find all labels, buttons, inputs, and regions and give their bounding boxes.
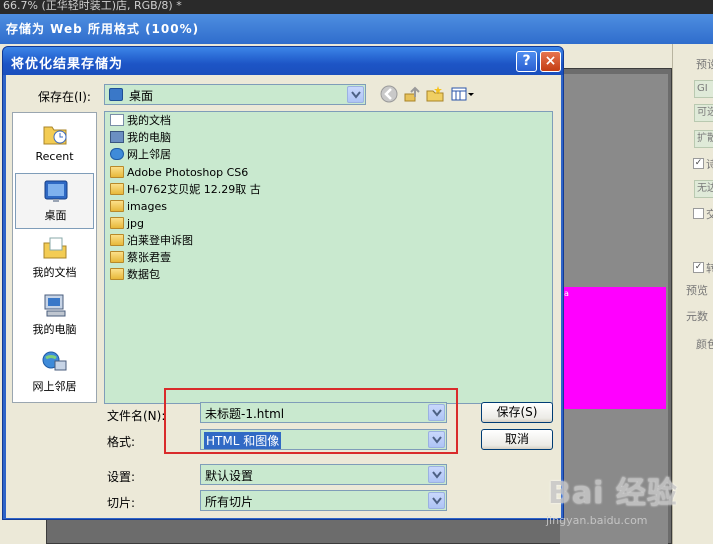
desktop-icon bbox=[43, 178, 69, 204]
place-label: 桌面 bbox=[44, 209, 67, 222]
up-folder-icon[interactable] bbox=[403, 85, 421, 103]
convert-srgb-label: 转 bbox=[706, 262, 713, 275]
format-select[interactable]: GI bbox=[694, 80, 713, 98]
folder-icon bbox=[110, 234, 124, 246]
place-label: 我的电脑 bbox=[32, 323, 77, 336]
metadata-label: 元数 bbox=[686, 310, 708, 323]
save-button[interactable]: 保存(S) bbox=[481, 402, 553, 423]
save-in-label: 保存在(I): bbox=[38, 90, 91, 104]
file-name: H-0762艾贝妮 12.29取 古 bbox=[127, 183, 261, 196]
place-label: 网上邻居 bbox=[32, 380, 77, 393]
file-name: 数据包 bbox=[127, 268, 160, 281]
place-label: 我的文档 bbox=[32, 266, 77, 279]
chevron-down-icon[interactable] bbox=[428, 466, 445, 483]
filename-label: 文件名(N): bbox=[107, 409, 166, 423]
list-item[interactable]: 泊莱登申诉图 bbox=[110, 233, 193, 249]
interlaced-checkbox[interactable] bbox=[693, 208, 704, 219]
back-icon[interactable] bbox=[380, 85, 398, 103]
file-name: 我的电脑 bbox=[127, 131, 171, 144]
baidu-watermark: Bai 经验 bbox=[548, 476, 678, 511]
dialog-title: 将优化结果存储为 bbox=[11, 57, 124, 72]
list-item[interactable]: 网上邻居 bbox=[110, 147, 171, 163]
place-my-documents[interactable]: 我的文档 bbox=[15, 231, 94, 287]
file-name: 蔡张君壹 bbox=[127, 251, 171, 264]
dither-select[interactable]: 扩散 bbox=[694, 130, 713, 148]
file-name: 泊莱登申诉图 bbox=[127, 234, 193, 247]
color-table-label: 颜色 bbox=[696, 338, 713, 351]
places-bar: Recent 桌面 我的文档 我的电脑 网上邻居 bbox=[12, 112, 97, 403]
folder-icon bbox=[110, 200, 124, 212]
slices-label: 切片: bbox=[107, 496, 136, 510]
preview-label: a bbox=[564, 289, 569, 298]
list-item[interactable]: Adobe Photoshop CS6 bbox=[110, 165, 248, 181]
network-icon bbox=[42, 349, 68, 375]
list-item[interactable]: images bbox=[110, 199, 167, 215]
file-name: 我的文档 bbox=[127, 114, 171, 127]
folder-icon bbox=[110, 217, 124, 229]
matte-select[interactable]: 无边 bbox=[694, 180, 713, 198]
folder-icon bbox=[110, 251, 124, 263]
network-icon bbox=[110, 148, 124, 160]
place-desktop[interactable]: 桌面 bbox=[15, 173, 94, 229]
save-in-combo[interactable]: 桌面 bbox=[104, 84, 366, 105]
place-my-computer[interactable]: 我的电脑 bbox=[15, 288, 94, 344]
file-name: images bbox=[127, 200, 167, 213]
cancel-button[interactable]: 取消 bbox=[481, 429, 553, 450]
folder-icon bbox=[110, 183, 124, 195]
file-list: 我的文档 我的电脑 网上邻居 Adobe Photoshop CS6 H-076… bbox=[104, 111, 553, 404]
photoshop-title-bar: 66.7% (正华轻时装工)店, RGB/8) * bbox=[0, 0, 713, 14]
place-network[interactable]: 网上邻居 bbox=[15, 345, 94, 401]
close-button[interactable]: × bbox=[540, 51, 561, 72]
transparency-checkbox[interactable]: ✓ bbox=[693, 158, 704, 169]
place-recent[interactable]: Recent bbox=[15, 117, 94, 173]
my-documents-icon bbox=[110, 114, 124, 126]
preview-setting-label: 预览 bbox=[686, 284, 708, 297]
folder-icon bbox=[110, 268, 124, 280]
list-item[interactable]: jpg bbox=[110, 216, 144, 232]
interlaced-label: 交 bbox=[706, 208, 713, 221]
new-folder-icon[interactable] bbox=[426, 85, 444, 103]
view-menu-icon[interactable] bbox=[451, 85, 475, 103]
recent-folder-icon bbox=[42, 121, 68, 147]
list-item[interactable]: 数据包 bbox=[110, 267, 160, 283]
save-for-web-title-bar: 存储为 Web 所用格式 (100%) bbox=[0, 14, 713, 44]
list-item[interactable]: H-0762艾贝妮 12.29取 古 bbox=[110, 182, 261, 198]
settings-value: 默认设置 bbox=[205, 469, 254, 483]
file-name: Adobe Photoshop CS6 bbox=[127, 166, 249, 179]
list-item[interactable]: 我的电脑 bbox=[110, 130, 171, 146]
my-computer-icon bbox=[42, 292, 68, 318]
help-button[interactable]: ? bbox=[516, 51, 537, 72]
reduction-select[interactable]: 可选 bbox=[694, 104, 713, 122]
list-item[interactable]: 蔡张君壹 bbox=[110, 250, 171, 266]
list-item[interactable]: 我的文档 bbox=[110, 113, 171, 129]
convert-srgb-checkbox[interactable]: ✓ bbox=[693, 262, 704, 273]
slices-select[interactable]: 所有切片 bbox=[200, 490, 447, 511]
desktop-icon bbox=[109, 88, 123, 101]
preset-label: 预设 bbox=[696, 58, 713, 71]
slices-value: 所有切片 bbox=[205, 495, 254, 509]
settings-select[interactable]: 默认设置 bbox=[200, 464, 447, 485]
transparency-label: 诗 bbox=[706, 158, 713, 171]
format-label: 格式: bbox=[107, 435, 136, 449]
my-computer-icon bbox=[110, 131, 124, 143]
settings-label: 设置: bbox=[107, 470, 136, 484]
save-in-value: 桌面 bbox=[129, 89, 154, 103]
folder-icon bbox=[110, 166, 124, 178]
chevron-down-icon[interactable] bbox=[428, 492, 445, 509]
place-label: Recent bbox=[35, 150, 74, 163]
file-name: 网上邻居 bbox=[127, 148, 171, 161]
chevron-down-icon[interactable] bbox=[347, 86, 364, 103]
watermark-url: jingyan.baidu.com bbox=[546, 514, 648, 527]
annotation-highlight bbox=[164, 388, 458, 454]
preview-magenta-block bbox=[560, 287, 666, 409]
dialog-title-bar: 将优化结果存储为 ? × bbox=[3, 47, 563, 75]
file-name: jpg bbox=[127, 217, 145, 230]
my-documents-icon bbox=[42, 235, 68, 261]
